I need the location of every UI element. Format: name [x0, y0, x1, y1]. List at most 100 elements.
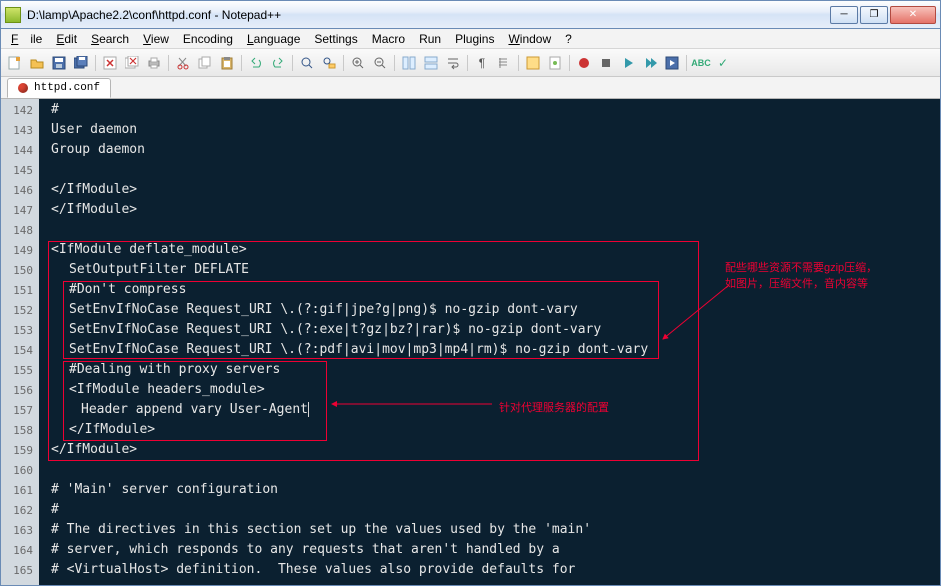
- line-number: 153: [1, 321, 33, 341]
- copy-icon[interactable]: [195, 53, 215, 73]
- line-number: 146: [1, 181, 33, 201]
- line-number: 156: [1, 381, 33, 401]
- code-line[interactable]: SetEnvIfNoCase Request_URI \.(?:pdf|avi|…: [51, 340, 940, 360]
- separator: [341, 53, 346, 73]
- close-all-icon[interactable]: [122, 53, 142, 73]
- maximize-button[interactable]: ❐: [860, 6, 888, 24]
- menu-search[interactable]: Search: [85, 30, 135, 48]
- line-number: 152: [1, 301, 33, 321]
- zoom-out-icon[interactable]: [370, 53, 390, 73]
- line-number: 144: [1, 141, 33, 161]
- file-tab-label: httpd.conf: [34, 82, 100, 94]
- play-macro-icon[interactable]: [618, 53, 638, 73]
- menu-edit[interactable]: Edit: [50, 30, 83, 48]
- new-file-icon[interactable]: [5, 53, 25, 73]
- menu-file[interactable]: File: [5, 30, 48, 48]
- app-icon: [5, 7, 21, 23]
- code-line[interactable]: #Dealing with proxy servers: [51, 360, 940, 380]
- code-line[interactable]: <IfModule deflate_module>: [51, 240, 940, 260]
- menu-run[interactable]: Run: [413, 30, 447, 48]
- undo-icon[interactable]: [246, 53, 266, 73]
- file-tab-httpd[interactable]: httpd.conf: [7, 78, 111, 98]
- code-line[interactable]: </IfModule>: [51, 440, 940, 460]
- spell-check-icon[interactable]: ABC: [691, 53, 711, 73]
- lang-panel-icon[interactable]: [523, 53, 543, 73]
- line-number: 161: [1, 481, 33, 501]
- line-number: 150: [1, 261, 33, 281]
- code-line[interactable]: Group daemon: [51, 140, 940, 160]
- cut-icon[interactable]: [173, 53, 193, 73]
- menu-window[interactable]: Window: [502, 30, 557, 48]
- line-number: 164: [1, 541, 33, 561]
- code-line[interactable]: # server, which responds to any requests…: [51, 540, 940, 560]
- sync-h-icon[interactable]: [421, 53, 441, 73]
- code-line[interactable]: #Don't compress: [51, 280, 940, 300]
- invisible-chars-icon[interactable]: ¶: [472, 53, 492, 73]
- zoom-in-icon[interactable]: [348, 53, 368, 73]
- replace-icon[interactable]: [319, 53, 339, 73]
- menu-settings[interactable]: Settings: [308, 30, 363, 48]
- spell-next-icon[interactable]: ✓: [713, 53, 733, 73]
- code-line[interactable]: [51, 460, 940, 480]
- code-line[interactable]: <IfModule headers_module>: [51, 380, 940, 400]
- separator: [166, 53, 171, 73]
- print-icon[interactable]: [144, 53, 164, 73]
- line-number: 165: [1, 561, 33, 581]
- line-number: 155: [1, 361, 33, 381]
- code-line[interactable]: Header append vary User-Agent: [51, 400, 940, 420]
- save-all-icon[interactable]: [71, 53, 91, 73]
- modified-indicator-icon: [18, 83, 28, 93]
- close-file-icon[interactable]: [100, 53, 120, 73]
- save-macro-icon[interactable]: [662, 53, 682, 73]
- line-number: 159: [1, 441, 33, 461]
- code-line[interactable]: #: [51, 500, 940, 520]
- menu-view[interactable]: View: [137, 30, 175, 48]
- code-content[interactable]: #User daemonGroup daemon</IfModule></IfM…: [39, 99, 940, 585]
- minimize-button[interactable]: ─: [830, 6, 858, 24]
- menu-encoding[interactable]: Encoding: [177, 30, 239, 48]
- code-line[interactable]: </IfModule>: [51, 180, 940, 200]
- stop-macro-icon[interactable]: [596, 53, 616, 73]
- menu-plugins[interactable]: Plugins: [449, 30, 500, 48]
- separator: [465, 53, 470, 73]
- line-number: 160: [1, 461, 33, 481]
- separator: [684, 53, 689, 73]
- code-line[interactable]: SetEnvIfNoCase Request_URI \.(?:gif|jpe?…: [51, 300, 940, 320]
- line-number: 149: [1, 241, 33, 261]
- close-button[interactable]: ✕: [890, 6, 936, 24]
- separator: [567, 53, 572, 73]
- code-line[interactable]: # <VirtualHost> definition. These values…: [51, 560, 940, 580]
- doc-map-icon[interactable]: [545, 53, 565, 73]
- record-macro-icon[interactable]: [574, 53, 594, 73]
- code-line[interactable]: SetOutputFilter DEFLATE: [51, 260, 940, 280]
- code-line[interactable]: #: [51, 100, 940, 120]
- line-number: 158: [1, 421, 33, 441]
- find-icon[interactable]: [297, 53, 317, 73]
- redo-icon[interactable]: [268, 53, 288, 73]
- line-number: 157: [1, 401, 33, 421]
- code-line[interactable]: # 'Main' server configuration: [51, 480, 940, 500]
- code-line[interactable]: [51, 220, 940, 240]
- code-line[interactable]: </IfModule>: [51, 200, 940, 220]
- indent-guide-icon[interactable]: [494, 53, 514, 73]
- sync-v-icon[interactable]: [399, 53, 419, 73]
- menu-macro[interactable]: Macro: [366, 30, 411, 48]
- wrap-icon[interactable]: [443, 53, 463, 73]
- menubar: File Edit Search View Encoding Language …: [1, 29, 940, 49]
- save-icon[interactable]: [49, 53, 69, 73]
- editor-area[interactable]: 1421431441451461471481491501511521531541…: [1, 99, 940, 585]
- line-number: 148: [1, 221, 33, 241]
- code-line[interactable]: [51, 160, 940, 180]
- menu-language[interactable]: Language: [241, 30, 306, 48]
- window-title: D:\lamp\Apache2.2\conf\httpd.conf - Note…: [27, 8, 830, 22]
- play-multi-icon[interactable]: [640, 53, 660, 73]
- line-number-gutter: 1421431441451461471481491501511521531541…: [1, 99, 39, 585]
- titlebar[interactable]: D:\lamp\Apache2.2\conf\httpd.conf - Note…: [1, 1, 940, 29]
- paste-icon[interactable]: [217, 53, 237, 73]
- code-line[interactable]: # The directives in this section set up …: [51, 520, 940, 540]
- code-line[interactable]: User daemon: [51, 120, 940, 140]
- code-line[interactable]: SetEnvIfNoCase Request_URI \.(?:exe|t?gz…: [51, 320, 940, 340]
- open-file-icon[interactable]: [27, 53, 47, 73]
- menu-help[interactable]: ?: [559, 30, 578, 48]
- code-line[interactable]: </IfModule>: [51, 420, 940, 440]
